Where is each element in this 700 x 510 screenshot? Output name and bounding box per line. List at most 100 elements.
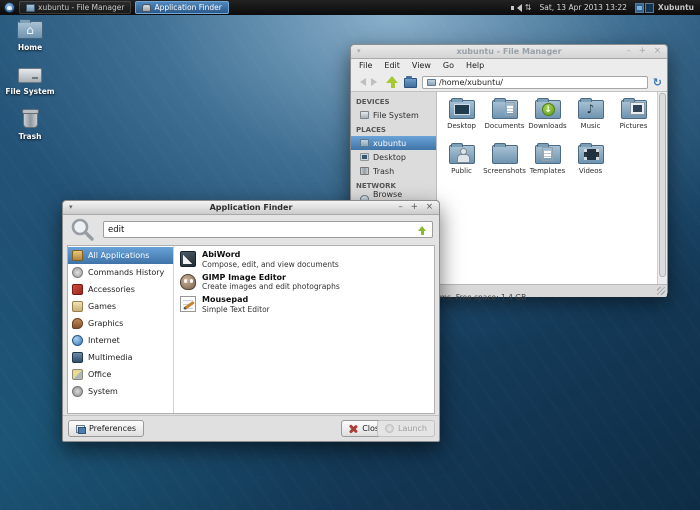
sidebar-row[interactable]: Desktop bbox=[351, 150, 436, 164]
category-label: Graphics bbox=[88, 319, 123, 328]
folder-icon bbox=[621, 100, 647, 119]
close-icon[interactable]: × bbox=[654, 45, 661, 58]
sidebar-row[interactable]: Trash bbox=[351, 164, 436, 178]
reload-icon[interactable]: ↻ bbox=[653, 74, 662, 91]
af-main: All Applications Commands History Access… bbox=[67, 245, 435, 414]
category-item[interactable]: Games bbox=[68, 298, 173, 315]
session-label[interactable]: Xubuntu bbox=[658, 3, 696, 12]
workspace-2[interactable] bbox=[645, 3, 654, 13]
category-item[interactable]: All Applications bbox=[68, 247, 173, 264]
category-icon bbox=[72, 318, 83, 329]
sidebar-item-label: xubuntu bbox=[373, 139, 406, 148]
application-finder-window: ▾ Application Finder – + × bbox=[62, 200, 440, 442]
category-item[interactable]: Office bbox=[68, 366, 173, 383]
file-item[interactable]: Pictures bbox=[612, 97, 655, 142]
sidebar-row[interactable]: xubuntu bbox=[351, 136, 436, 150]
desktop-icon[interactable]: Home bbox=[4, 21, 56, 52]
result-list: AbiWord Compose, edit, and view document… bbox=[175, 246, 434, 413]
search-input[interactable] bbox=[103, 221, 433, 238]
file-item[interactable]: Videos bbox=[569, 142, 612, 187]
scrollbar-thumb[interactable] bbox=[659, 93, 666, 277]
file-name: Downloads bbox=[528, 122, 566, 130]
maximize-icon[interactable]: + bbox=[411, 201, 418, 214]
taskbar-button[interactable]: xubuntu - File Manager bbox=[19, 1, 131, 14]
up-icon[interactable] bbox=[386, 76, 399, 89]
category-label: Accessories bbox=[88, 285, 135, 294]
panel-clock[interactable]: Sat, 13 Apr 2013 13:22 bbox=[535, 3, 630, 12]
file-item[interactable]: Desktop bbox=[440, 97, 483, 142]
file-item[interactable]: Music bbox=[569, 97, 612, 142]
category-label: System bbox=[88, 387, 118, 396]
menu-item[interactable]: Go bbox=[437, 59, 460, 73]
sidebar-item-label: File System bbox=[373, 111, 419, 120]
result-item[interactable]: Mousepad Simple Text Editor bbox=[175, 293, 434, 316]
category-item[interactable]: System bbox=[68, 383, 173, 400]
launch-button[interactable]: Launch bbox=[377, 420, 435, 437]
file-item[interactable]: Downloads bbox=[526, 97, 569, 142]
category-item[interactable]: Multimedia bbox=[68, 349, 173, 366]
launch-arrow-icon[interactable] bbox=[418, 226, 427, 235]
file-item[interactable]: Screenshots bbox=[483, 142, 526, 187]
task-window-icon bbox=[26, 4, 35, 12]
search-icon bbox=[70, 217, 96, 247]
menu-item[interactable]: File bbox=[353, 59, 378, 73]
sidebar-row[interactable]: File System bbox=[351, 108, 436, 122]
desktop-icon[interactable]: Trash bbox=[4, 110, 56, 141]
file-item[interactable]: Templates bbox=[526, 142, 569, 187]
menu-item[interactable]: Edit bbox=[378, 59, 406, 73]
window-menu-icon[interactable]: ▾ bbox=[357, 45, 361, 58]
sidebar-item-icon bbox=[360, 111, 369, 119]
category-item[interactable]: Internet bbox=[68, 332, 173, 349]
desktop: xubuntu - File Manager Application Finde… bbox=[0, 0, 700, 510]
desktop-icon-glyph bbox=[18, 68, 42, 83]
minimize-icon[interactable]: – bbox=[627, 45, 631, 58]
taskbar: xubuntu - File Manager Application Finde… bbox=[19, 1, 229, 14]
category-label: Internet bbox=[88, 336, 120, 345]
category-item[interactable]: Graphics bbox=[68, 315, 173, 332]
menu-item[interactable]: Help bbox=[460, 59, 490, 73]
xubuntu-menu-icon[interactable] bbox=[4, 2, 15, 13]
volume-icon[interactable] bbox=[511, 3, 521, 13]
menu-item[interactable]: View bbox=[406, 59, 437, 73]
maximize-icon[interactable]: + bbox=[639, 45, 646, 58]
resize-grip[interactable] bbox=[657, 287, 665, 295]
window-menu-icon[interactable]: ▾ bbox=[69, 201, 73, 214]
network-icon[interactable]: ⇅ bbox=[525, 0, 532, 15]
fm-window-title: xubuntu - File Manager bbox=[456, 47, 561, 56]
preferences-button[interactable]: Preferences bbox=[68, 420, 144, 437]
af-window-title: Application Finder bbox=[210, 203, 293, 212]
fm-titlebar[interactable]: ▾ xubuntu - File Manager – + × bbox=[351, 45, 667, 59]
application-icon bbox=[180, 274, 196, 290]
file-item[interactable]: Public bbox=[440, 142, 483, 187]
application-name: GIMP Image Editor bbox=[202, 273, 340, 283]
desktop-icon[interactable]: File System bbox=[4, 66, 56, 96]
fm-file-grid: Desktop Documents Downloads bbox=[438, 92, 657, 284]
launch-icon bbox=[385, 424, 394, 433]
application-name: AbiWord bbox=[202, 250, 339, 260]
desktop-icon-label: Home bbox=[18, 43, 42, 52]
fm-menubar: File Edit View Go Help bbox=[351, 59, 667, 73]
workspace-1[interactable] bbox=[635, 3, 644, 13]
workspace-pager bbox=[635, 3, 654, 13]
folder-emblem-icon bbox=[584, 149, 599, 160]
taskbar-button[interactable]: Application Finder bbox=[135, 1, 228, 14]
minimize-icon[interactable]: – bbox=[399, 201, 403, 214]
folder-emblem-icon bbox=[631, 103, 644, 114]
af-titlebar[interactable]: ▾ Application Finder – + × bbox=[63, 201, 439, 215]
home-icon[interactable] bbox=[404, 78, 417, 88]
task-window-title: Application Finder bbox=[154, 3, 221, 12]
category-item[interactable]: Commands History bbox=[68, 264, 173, 281]
result-item[interactable]: GIMP Image Editor Create images and edit… bbox=[175, 271, 434, 294]
result-item[interactable]: AbiWord Compose, edit, and view document… bbox=[175, 248, 434, 271]
category-item[interactable]: Accessories bbox=[68, 281, 173, 298]
forward-icon[interactable] bbox=[371, 78, 381, 86]
vertical-scrollbar[interactable] bbox=[657, 92, 667, 284]
back-icon[interactable] bbox=[356, 78, 366, 86]
file-name: Screenshots bbox=[483, 167, 526, 175]
file-item[interactable]: Documents bbox=[483, 97, 526, 142]
path-bar[interactable]: /home/xubuntu/ bbox=[422, 76, 648, 89]
category-icon bbox=[72, 250, 83, 261]
desktop-icons: Home File System Trash bbox=[4, 21, 56, 141]
folder-emblem-icon bbox=[542, 147, 553, 161]
close-icon[interactable]: × bbox=[426, 201, 433, 214]
